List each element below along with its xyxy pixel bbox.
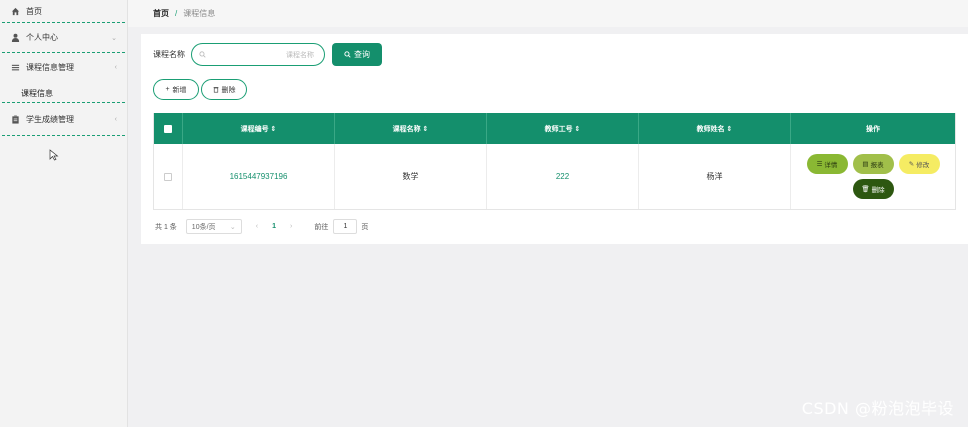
page-size-value: 10条/页 [191,223,216,231]
trash-icon: 🗑 [861,186,870,193]
chevron-down-icon: ⌄ [229,223,236,231]
report-label: 报表 [870,162,884,169]
sidebar-item-course-info[interactable]: 课程信息 [0,84,127,102]
goto-suffix: 页 [361,223,369,231]
pagination-total: 共 1 条 [155,223,177,231]
cell-course-name: 数学 [335,144,487,209]
goto-label: 前往 [314,223,329,231]
delete-button-label: 删除 [221,86,236,94]
user-icon [11,33,20,42]
detail-label: 详情 [824,162,838,169]
column-header[interactable]: 教师工号 ⇕ [487,113,639,144]
chevron-down-icon: ⌄ [111,34,117,42]
clipboard-icon [11,114,20,124]
chart-icon: ▤ [862,161,869,168]
action-buttons: + 新增 删除 [153,79,249,100]
detail-button[interactable]: ☰ 详情 [806,154,848,174]
watermark: CSDN @粉泡泡毕设 [801,399,954,418]
mouse-cursor-icon [49,149,59,161]
cell-teacher-name: 杨洋 [639,144,791,209]
column-header: 操作 [866,125,880,133]
trash-icon [213,87,218,93]
row-select-cell [154,144,183,209]
column-header[interactable]: 教师姓名 ⇕ [639,113,791,144]
sidebar-item-grade-management[interactable]: 学生成绩管理 ‹ [0,103,127,135]
column-header[interactable]: 课程名称 ⇕ [335,113,487,144]
add-button-label: 新增 [172,86,187,94]
pencil-icon: ✎ [908,161,915,168]
report-button[interactable]: ▤ 报表 [852,154,894,174]
cell-teacher-id: 222 [487,144,639,209]
edit-button[interactable]: ✎ 修改 [898,154,940,174]
plus-icon: + [165,86,170,93]
course-table: 课程编号 ⇕ 课程名称 ⇕ 教师工号 ⇕ 教师姓名 ⇕ 操作 161544793… [153,113,956,210]
sidebar-item-label: 首页 [26,6,42,16]
page-size-select[interactable]: 10条/页 ⌄ [185,219,242,234]
page-number[interactable]: 1 [272,223,276,230]
search-input[interactable]: 课程名称 [191,43,325,66]
sidebar-item-label: 课程信息管理 [26,63,74,72]
search-button-label: 查询 [354,50,370,59]
cell-actions: ☰ 详情 ▤ 报表 ✎ 修改 🗑 删除 [791,144,955,209]
content-panel: 课程名称 课程名称 查询 + 新增 删除 课程编号 ⇕ 课程名称 ⇕ 教师工号 … [141,34,968,244]
search-bar: 课程名称 课程名称 查询 [153,43,382,66]
column-header[interactable]: 课程编号 ⇕ [183,113,335,144]
chevron-left-icon: ‹ [114,64,117,71]
sidebar-item-profile[interactable]: 个人中心 ⌄ [0,23,127,52]
breadcrumb-home[interactable]: 首页 [153,8,169,19]
select-all-checkbox[interactable] [164,124,172,133]
edit-label: 修改 [916,162,930,169]
divider [2,135,125,136]
menu-icon [11,63,20,72]
table-row: 1615447937196 数学 222 杨洋 ☰ 详情 ▤ 报表 ✎ 修改 🗑 删除 [154,144,955,210]
search-icon [344,51,351,58]
sidebar-item-home[interactable]: 首页 [0,0,127,22]
sidebar-item-label: 学生成绩管理 [26,114,74,124]
sidebar-item-course-management[interactable]: 课程信息管理 ‹ [0,53,127,82]
breadcrumb-separator: / [175,9,178,18]
goto-page-input[interactable]: 1 [333,219,358,234]
add-button[interactable]: + 新增 [153,79,199,100]
home-icon [11,7,20,16]
search-icon [199,51,206,58]
sidebar: 首页 个人中心 ⌄ 课程信息管理 ‹ 课程信息 学生成绩管理 ‹ [0,0,128,427]
list-icon: ☰ [816,161,823,168]
sidebar-item-label: 课程信息 [21,88,53,98]
cell-course-id: 1615447937196 [183,144,335,209]
row-checkbox[interactable] [164,172,172,181]
table-header: 课程编号 ⇕ 课程名称 ⇕ 教师工号 ⇕ 教师姓名 ⇕ 操作 [154,113,955,144]
row-delete-button[interactable]: 🗑 删除 [852,179,894,199]
breadcrumb: 首页 / 课程信息 [128,0,968,27]
pagination: 共 1 条 10条/页 ⌄ ‹ 1 › 前往 1 页 [155,219,368,234]
breadcrumb-current: 课程信息 [183,9,216,18]
row-delete-label: 删除 [871,187,885,194]
chevron-left-icon: ‹ [114,115,117,123]
prev-page-button[interactable]: ‹ [256,223,258,230]
search-placeholder: 课程名称 [286,51,314,59]
search-label: 课程名称 [153,50,185,59]
select-all-cell [154,113,183,144]
sidebar-item-label: 个人中心 [26,33,58,42]
delete-button[interactable]: 删除 [201,79,247,100]
next-page-button[interactable]: › [290,223,292,230]
search-button[interactable]: 查询 [332,43,382,66]
